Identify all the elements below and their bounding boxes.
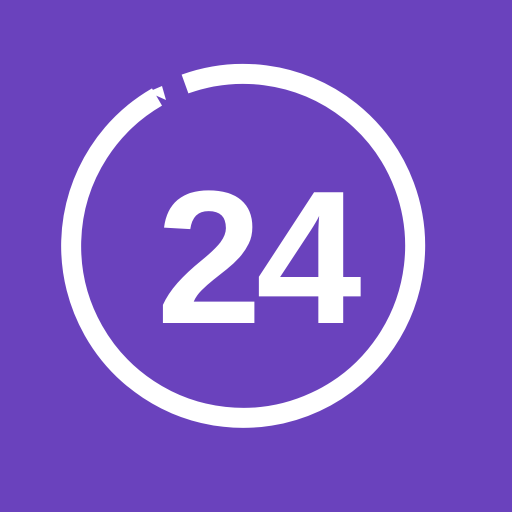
app-icon: 24 — [0, 0, 512, 512]
badge-number: 24 — [156, 152, 361, 364]
